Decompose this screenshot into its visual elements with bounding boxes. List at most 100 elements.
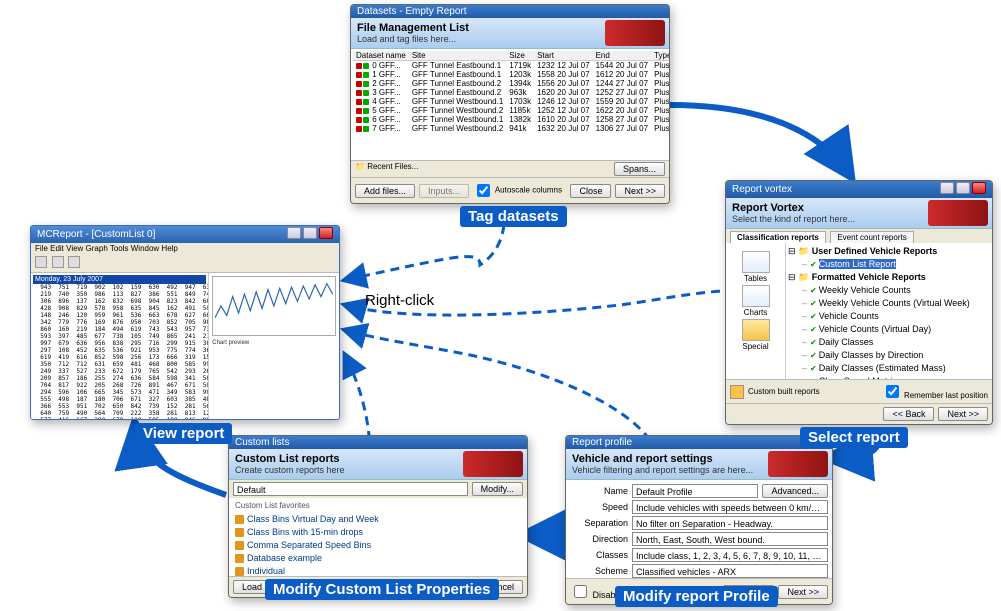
list-item[interactable]: Class Bins with 15-min drops bbox=[235, 526, 521, 539]
speed-input[interactable]: Include vehicles with speeds between 0 k… bbox=[632, 500, 828, 514]
remember-checkbox[interactable]: Remember last position bbox=[882, 382, 988, 401]
datasets-header: File Management List Load and tag files … bbox=[351, 18, 669, 49]
separation-input[interactable]: No filter on Separation - Headway. bbox=[632, 516, 828, 530]
next-button[interactable]: Next >> bbox=[615, 184, 665, 198]
report-menubar[interactable]: File Edit View Graph Tools Window Help bbox=[31, 243, 339, 254]
header-decor-icon bbox=[768, 451, 828, 477]
caption-select-report: Select report bbox=[800, 427, 908, 448]
special-icon[interactable] bbox=[742, 319, 770, 341]
tab-classification[interactable]: Classification reports bbox=[730, 231, 826, 243]
custom-toolbar: Default Modify... bbox=[229, 480, 527, 498]
back-button[interactable]: << Back bbox=[883, 407, 934, 421]
favorites-list[interactable]: Class Bins Virtual Day and WeekClass Bin… bbox=[231, 511, 525, 576]
custom-window: Custom lists Custom List reports Create … bbox=[228, 435, 528, 598]
tree-item[interactable]: ✔Weekly Vehicle Counts (Virtual Week) bbox=[802, 297, 990, 310]
caption-view-report: View report bbox=[135, 423, 232, 444]
col-header[interactable]: Dataset name bbox=[353, 51, 409, 61]
window-controls[interactable] bbox=[938, 182, 986, 197]
table-row[interactable]: 5 GFF...GFF Tunnel Westbound.21185k1252 … bbox=[353, 106, 669, 115]
scheme-input[interactable]: Classified vehicles - ARX bbox=[632, 564, 828, 578]
direction-input[interactable]: North, East, South, West bound. bbox=[632, 532, 828, 546]
datasets-table[interactable]: Dataset nameSiteSizeStartEndTypeDescript… bbox=[353, 51, 669, 133]
datasets-body: Dataset nameSiteSizeStartEndTypeDescript… bbox=[351, 49, 669, 160]
list-item[interactable]: Individual bbox=[235, 565, 521, 576]
report-table-pane[interactable]: Monday, 23 July 2007 943 751 719 902 102… bbox=[31, 273, 209, 420]
vortex-body: Tables Charts Special ⊟ 📁 User Defined V… bbox=[726, 243, 992, 379]
advanced-button[interactable]: Advanced... bbox=[762, 484, 828, 498]
caption-tag-datasets: Tag datasets bbox=[460, 206, 567, 227]
list-item[interactable]: Class Bins Virtual Day and Week bbox=[235, 513, 521, 526]
next-button[interactable]: Next >> bbox=[778, 585, 828, 599]
vortex-header: Report Vortex Select the kind of report … bbox=[726, 198, 992, 229]
spans-button[interactable]: Spans... bbox=[614, 162, 665, 176]
datasets-window: Datasets - Empty Report File Management … bbox=[350, 4, 670, 204]
report-legend: Chart preview bbox=[212, 340, 336, 347]
favorites-group-label: Custom List favorites bbox=[231, 500, 525, 511]
vortex-status: Custom built reports Remember last posit… bbox=[726, 379, 992, 403]
report-toolbar[interactable] bbox=[31, 254, 339, 273]
profile-body: NameDefault ProfileAdvanced... SpeedIncl… bbox=[566, 480, 832, 578]
col-header[interactable]: Site bbox=[409, 51, 506, 61]
preset-dropdown[interactable]: Default bbox=[233, 482, 468, 496]
right-click-label: Right-click bbox=[365, 292, 434, 309]
tree-item[interactable]: ✔Weekly Vehicle Counts bbox=[802, 284, 990, 297]
list-item[interactable]: Database example bbox=[235, 552, 521, 565]
custom-reports-icon bbox=[730, 385, 744, 399]
header-decor-icon bbox=[605, 20, 665, 46]
table-row[interactable]: 0 GFF...GFF Tunnel Eastbound.11719k1232 … bbox=[353, 61, 669, 71]
report-tree[interactable]: ⊟ 📁 User Defined Vehicle Reports ✔Custom… bbox=[786, 243, 992, 379]
charts-icon[interactable] bbox=[742, 285, 770, 307]
profile-window: Report profile Vehicle and report settin… bbox=[565, 435, 833, 605]
datasets-footer: Add files... Inputs... Autoscale columns… bbox=[351, 177, 669, 203]
table-row[interactable]: 2 GFF...GFF Tunnel Eastbound.21394k1556 … bbox=[353, 79, 669, 88]
tree-item[interactable]: ✔Vehicle Counts bbox=[802, 310, 990, 323]
close-button[interactable]: Close bbox=[570, 184, 611, 198]
vortex-footer: << Back Next >> bbox=[726, 403, 992, 424]
vortex-tabs: Classification reports Event count repor… bbox=[726, 229, 992, 243]
col-header[interactable]: End bbox=[593, 51, 652, 61]
caption-modify-profile: Modify report Profile bbox=[615, 586, 778, 607]
inputs-button: Inputs... bbox=[419, 184, 469, 198]
report-titlebar: MCReport - [CustomList 0] bbox=[31, 226, 339, 243]
profile-header: Vehicle and report settings Vehicle filt… bbox=[566, 449, 832, 480]
tree-item[interactable]: ✔Daily Classes bbox=[802, 336, 990, 349]
report-date-header: Monday, 23 July 2007 bbox=[33, 275, 206, 284]
name-input[interactable]: Default Profile bbox=[632, 484, 758, 498]
datasets-header-title: File Management List bbox=[357, 22, 469, 34]
add-files-button[interactable]: Add files... bbox=[355, 184, 415, 198]
custom-header: Custom List reports Create custom report… bbox=[229, 449, 527, 480]
vortex-sidebar: Tables Charts Special bbox=[726, 243, 786, 379]
col-header[interactable]: Start bbox=[534, 51, 593, 61]
table-row[interactable]: 3 GFF...GFF Tunnel Eastbound.2963k1620 2… bbox=[353, 88, 669, 97]
vortex-window: Report vortex Report Vortex Select the k… bbox=[725, 180, 993, 425]
classes-input[interactable]: Include class, 1, 2, 3, 4, 5, 6, 7, 8, 9… bbox=[632, 548, 828, 562]
tree-item[interactable]: ✔Daily Classes (Estimated Mass) bbox=[802, 362, 990, 375]
profile-header-title: Vehicle and report settings bbox=[572, 453, 713, 465]
tree-item[interactable]: ✔Vehicle Counts (Virtual Day) bbox=[802, 323, 990, 336]
table-row[interactable]: 4 GFF...GFF Tunnel Westbound.11703k1246 … bbox=[353, 97, 669, 106]
col-header[interactable]: Size bbox=[506, 51, 534, 61]
tree-item[interactable]: ✔Daily Classes by Direction bbox=[802, 349, 990, 362]
caption-modify-custom: Modify Custom List Properties bbox=[265, 579, 499, 600]
next-button[interactable]: Next >> bbox=[938, 407, 988, 421]
report-chart bbox=[212, 276, 336, 336]
tab-event-count[interactable]: Event count reports bbox=[830, 231, 913, 243]
special-label: Special bbox=[726, 342, 785, 351]
table-row[interactable]: 6 GFF...GFF Tunnel Westbound.11382k1610 … bbox=[353, 115, 669, 124]
vortex-title: Report vortex bbox=[732, 184, 792, 195]
table-row[interactable]: 1 GFF...GFF Tunnel Eastbound.11203k1558 … bbox=[353, 70, 669, 79]
vortex-titlebar: Report vortex bbox=[726, 181, 992, 198]
list-item[interactable]: Comma Separated Speed Bins bbox=[235, 539, 521, 552]
recent-files-bar[interactable]: 📁 Recent Files... Spans... bbox=[351, 160, 669, 177]
modify-button[interactable]: Modify... bbox=[472, 482, 523, 496]
autoscale-checkbox[interactable]: Autoscale columns bbox=[473, 181, 562, 200]
col-header[interactable]: Type bbox=[651, 51, 669, 61]
tables-label: Tables bbox=[726, 274, 785, 283]
window-controls[interactable] bbox=[285, 227, 333, 242]
table-row[interactable]: 7 GFF...GFF Tunnel Westbound.2941k1632 2… bbox=[353, 124, 669, 133]
custom-body: Custom List favorites Class Bins Virtual… bbox=[229, 498, 527, 576]
header-decor-icon bbox=[928, 200, 988, 226]
tree-selected-item[interactable]: Custom List Report bbox=[819, 259, 896, 269]
custom-reports-label: Custom built reports bbox=[748, 387, 820, 396]
tables-icon[interactable] bbox=[742, 251, 770, 273]
